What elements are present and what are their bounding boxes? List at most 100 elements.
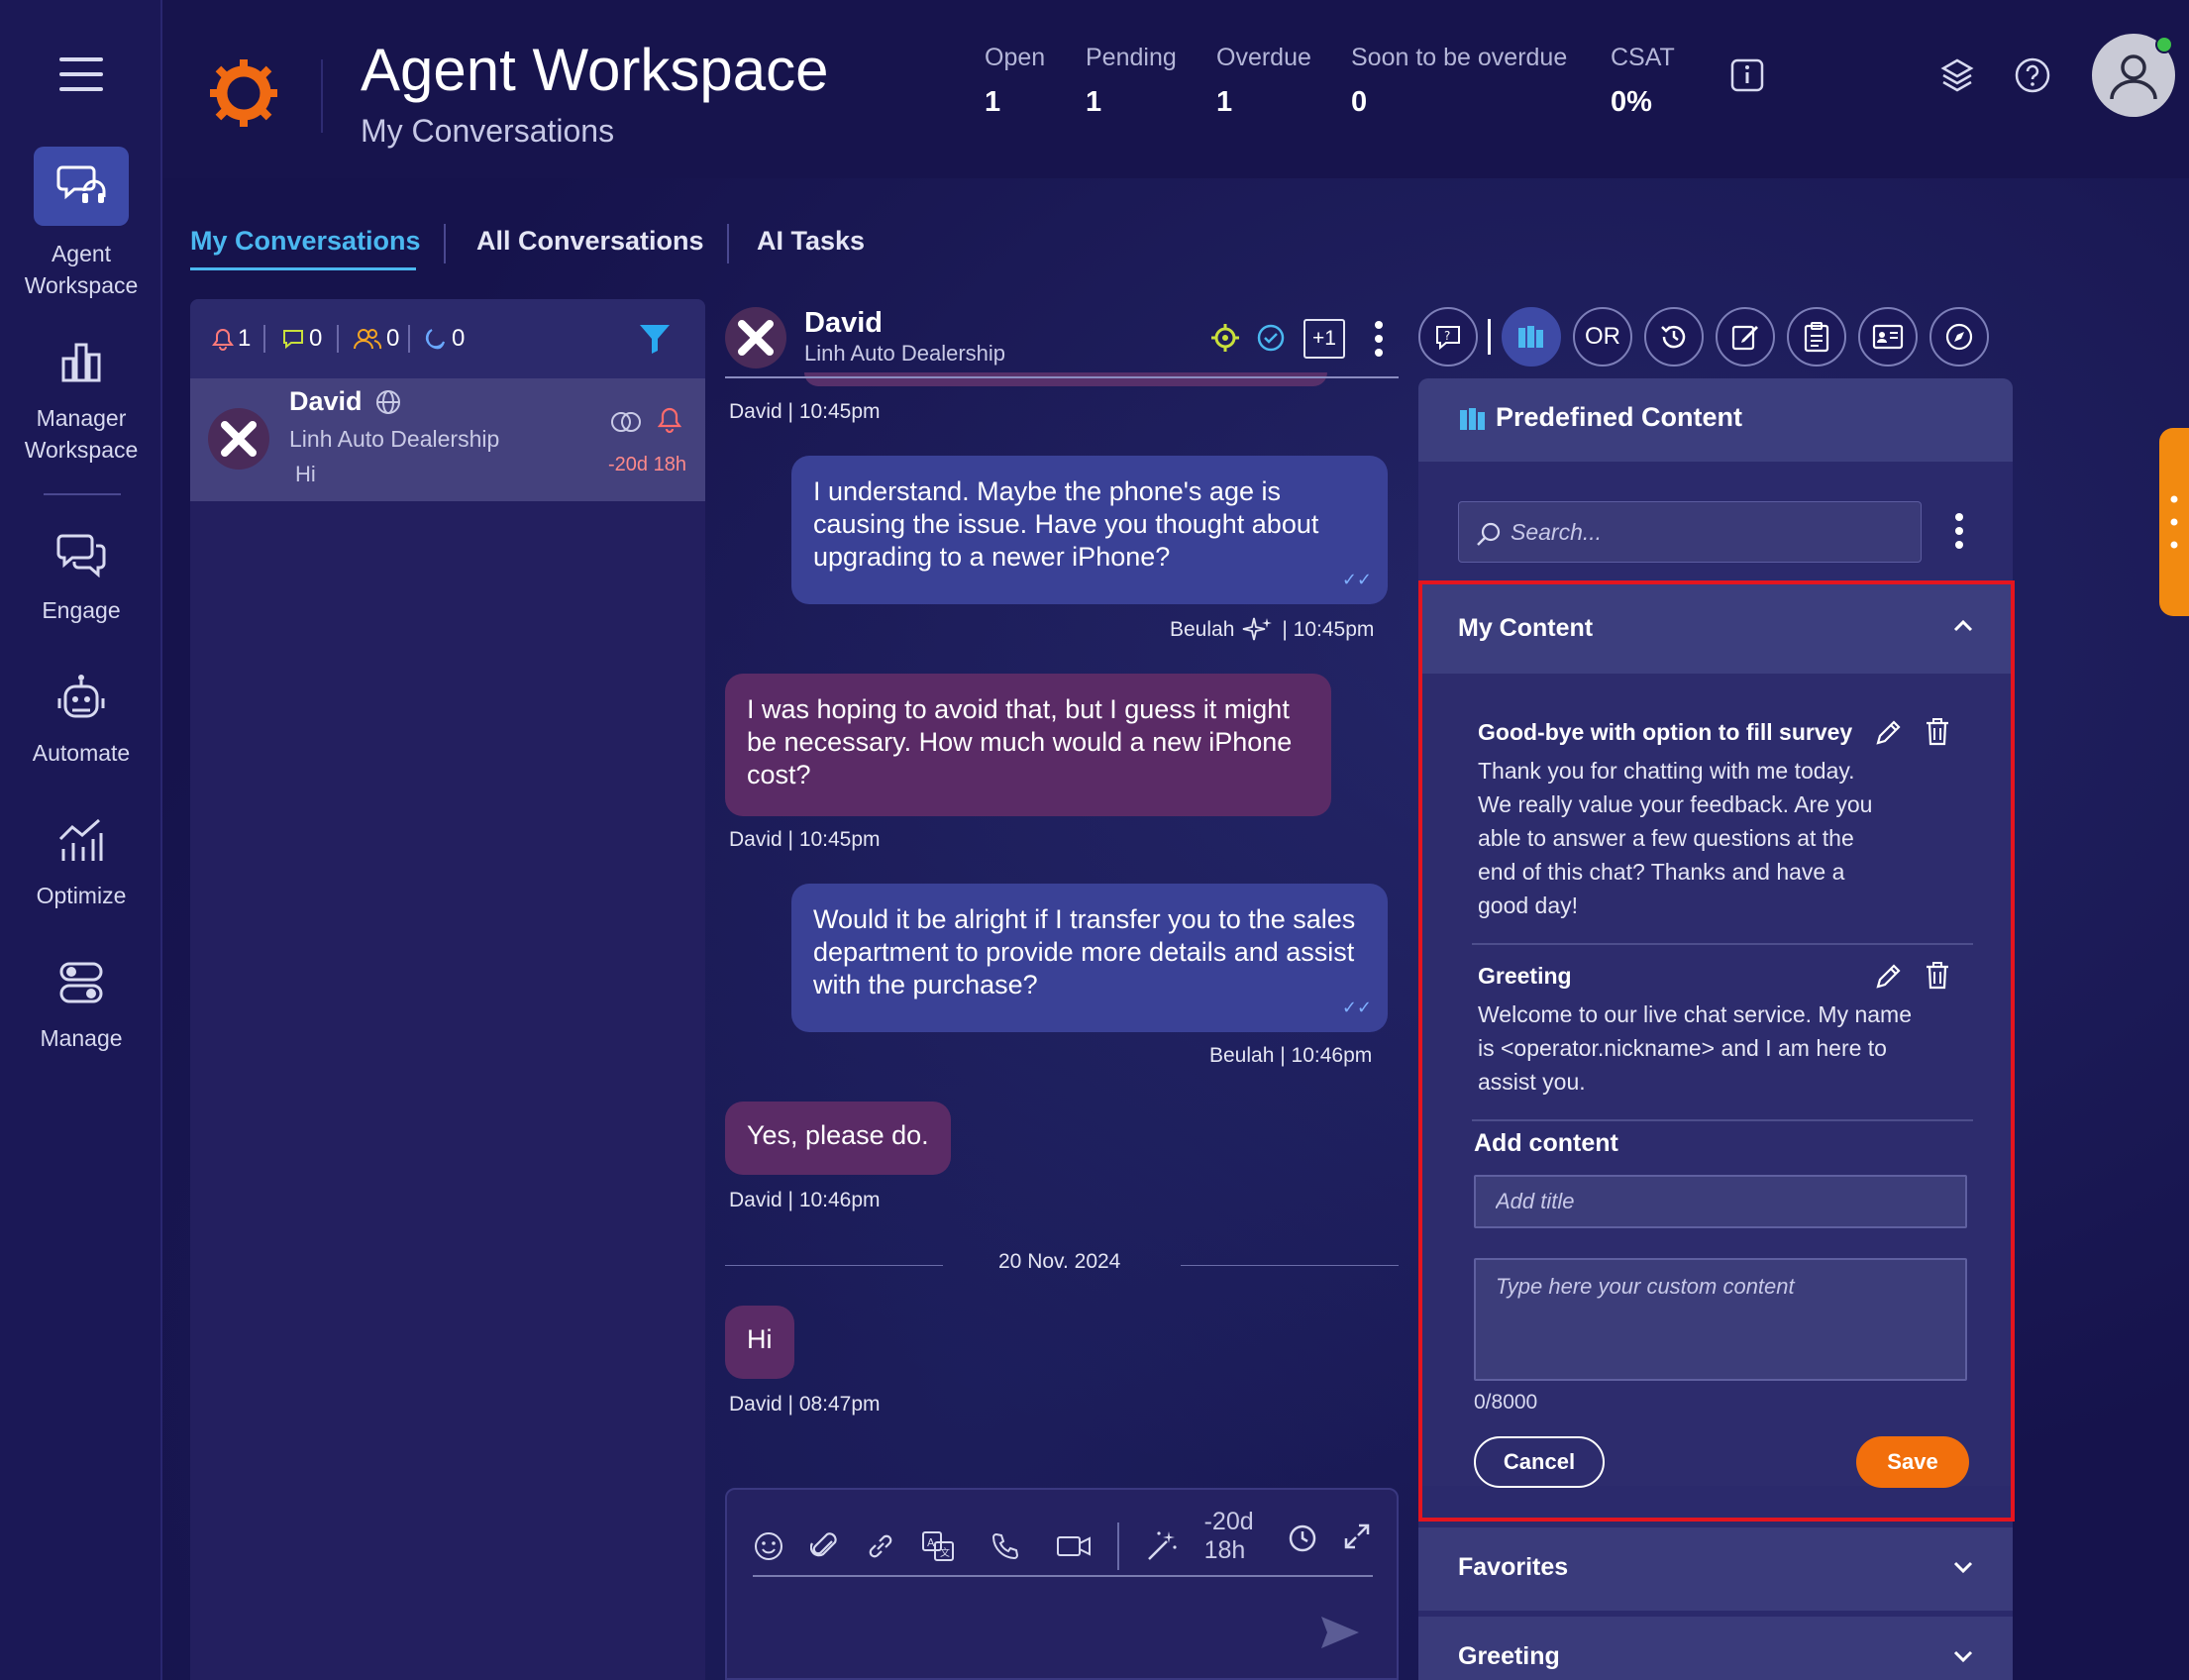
sidebar-item-label: Agent Workspace [24,241,139,298]
drag-handle-icon [2170,495,2178,549]
question-chat-icon: ? [1436,326,1460,351]
sidebar: Agent Workspace Manager Workspace Engage… [0,0,162,1680]
contact-card-button[interactable] [1858,307,1918,367]
clipboard-icon [1804,322,1829,353]
filter-funnel-icon[interactable] [638,321,672,360]
panel-more-icon[interactable] [1953,511,1965,556]
help-icon[interactable] [2013,55,2052,95]
clipboard-button[interactable] [1787,307,1846,367]
sidebar-item-agent-workspace[interactable]: Agent Workspace [0,147,162,301]
trash-icon[interactable] [1924,961,1951,996]
conversation-filter-bar: 1 0 0 0 [190,299,705,378]
customer-message: Yes, please do. [725,1102,951,1175]
stat-csat[interactable]: CSAT 0% [1611,44,1675,119]
edit-pencil-icon[interactable] [1874,961,1904,996]
attachment-icon[interactable] [810,1529,840,1563]
stat-pending[interactable]: Pending 1 [1086,44,1177,119]
sidebar-item-label: Engage [42,597,121,623]
filter-messages[interactable]: 0 [281,325,322,353]
filter-away[interactable]: 0 [422,325,465,353]
active-tab-indicator [190,267,416,270]
favorites-section-header[interactable]: Favorites [1418,1527,2013,1611]
user-avatar[interactable] [2092,34,2175,117]
conversation-item[interactable]: David Linh Auto Dealership Hi -20d 18h [190,378,705,501]
more-options-icon[interactable] [1373,319,1385,364]
composer-underline [753,1575,1373,1577]
send-icon[interactable] [1319,1615,1361,1655]
sidebar-item-automate[interactable]: Automate [0,658,162,769]
stat-open[interactable]: Open 1 [985,44,1045,119]
expand-icon[interactable] [1343,1522,1371,1550]
settings-status-icon[interactable] [1210,323,1240,358]
panel-title: Predefined Content [1496,402,1743,432]
section-title: Greeting [1458,1642,1560,1670]
trend-chart-icon [34,800,129,880]
predefined-content-button[interactable] [1502,307,1561,367]
add-participant-button[interactable]: +1 [1303,319,1345,359]
greeting-section-header[interactable]: Greeting [1418,1617,2013,1680]
cancel-button[interactable]: Cancel [1474,1436,1605,1488]
alert-bell-icon [657,406,682,439]
sidebar-item-engage[interactable]: Engage [0,515,162,626]
sidebar-item-manager-workspace[interactable]: Manager Workspace [0,323,162,466]
filter-users[interactable]: 0 [353,325,399,353]
add-title-input[interactable] [1474,1175,1967,1228]
stat-value: 1 [1216,86,1233,118]
bell-icon [212,328,234,351]
search-icon [1477,522,1501,546]
contact-name: David [289,386,363,416]
edit-pencil-icon[interactable] [1874,717,1904,752]
emoji-icon[interactable] [753,1530,784,1562]
magic-wand-icon[interactable] [1145,1529,1179,1563]
info-icon[interactable] [1729,57,1765,93]
tab-all-conversations[interactable]: All Conversations [476,226,704,257]
chevron-down-icon [1951,1555,1975,1584]
edit-notes-button[interactable] [1716,307,1775,367]
history-icon [1661,325,1686,349]
trash-icon[interactable] [1924,717,1951,752]
canned-replies-button[interactable]: ? [1418,307,1478,367]
tab-ai-tasks[interactable]: AI Tasks [757,226,865,257]
x-brand-icon [221,421,257,457]
globe-icon [375,389,400,414]
save-button[interactable]: Save [1856,1436,1969,1488]
video-icon[interactable] [1056,1533,1092,1559]
tab-my-conversations[interactable]: My Conversations [190,226,421,257]
search-input[interactable] [1511,502,1907,562]
stat-label: Overdue [1216,44,1311,71]
sidebar-item-manage[interactable]: Manage [0,943,162,1054]
layers-icon[interactable] [1937,55,1977,95]
date-line [1181,1265,1399,1266]
stat-value: 1 [1086,86,1102,118]
toolbar-divider [1488,319,1491,355]
link-icon[interactable] [866,1531,895,1561]
side-drawer-handle[interactable] [2159,428,2189,616]
stat-soon-overdue[interactable]: Soon to be overdue 0 [1351,44,1567,119]
stat-label: Soon to be overdue [1351,44,1568,71]
message-meta: Beulah | 10:46pm [1209,1044,1373,1067]
sla-timer: -20d 18h [608,454,686,475]
filter-alerts[interactable]: 1 [212,325,251,353]
stat-overdue[interactable]: Overdue 1 [1216,44,1311,119]
app-header: Agent Workspace My Conversations Open 1 P… [162,0,2189,178]
filter-count: 0 [386,325,400,352]
chat-contact-company: Linh Auto Dealership [804,341,1006,366]
translate-icon[interactable]: A文 [921,1530,955,1562]
resolve-check-icon[interactable] [1256,323,1286,358]
or-button[interactable]: OR [1573,307,1632,367]
sidebar-item-optimize[interactable]: Optimize [0,800,162,911]
stat-label: Open [985,44,1046,71]
hamburger-menu-icon[interactable] [59,57,103,102]
sidebar-item-label: Optimize [36,883,127,908]
composer-timer: -20d 18h [1203,1508,1254,1564]
phone-icon[interactable] [990,1531,1020,1561]
compass-button[interactable] [1929,307,1989,367]
chat-scroll-indicator[interactable] [804,372,1327,386]
sidebar-item-label: Automate [32,740,131,766]
customer-message: I was hoping to avoid that, but I guess … [725,674,1331,816]
agent-message: Would it be alright if I transfer you to… [791,884,1388,1032]
history-button[interactable] [1644,307,1704,367]
custom-content-textarea[interactable] [1474,1258,1967,1381]
my-content-section-header[interactable]: My Content [1418,584,2013,674]
message-meta: David | 10:45pm [729,828,881,851]
